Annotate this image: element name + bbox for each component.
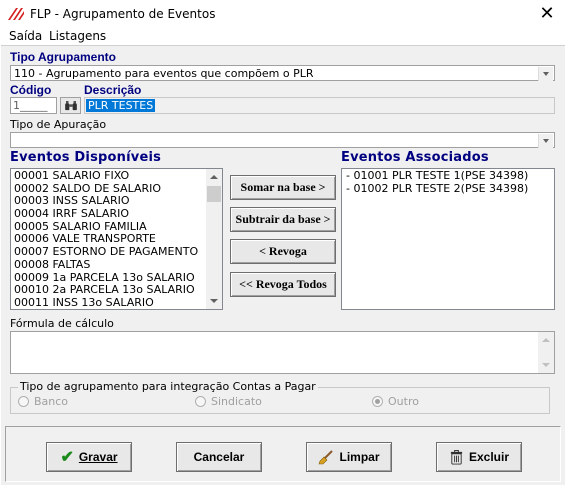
- radio-sindicato[interactable]: Sindicato: [195, 395, 262, 408]
- limpar-button[interactable]: Limpar: [306, 442, 392, 472]
- cancelar-button[interactable]: Cancelar: [176, 442, 262, 472]
- revoga-todos-button[interactable]: << Revoga Todos: [230, 272, 336, 297]
- scroll-down-icon[interactable]: [538, 357, 554, 373]
- eventos-disponiveis-list[interactable]: 00001 SALARIO FIXO 00002 SALDO DE SALARIO…: [10, 168, 223, 310]
- excluir-button[interactable]: Excluir: [436, 442, 522, 472]
- formula-textarea[interactable]: [10, 331, 555, 374]
- eventos-disponiveis-label: Eventos Disponíveis: [10, 150, 162, 165]
- list-item[interactable]: 00004 IRRF SALARIO: [11, 207, 206, 221]
- somar-na-base-button[interactable]: Somar na base >: [230, 175, 336, 200]
- tipo-apuracao-label: Tipo de Apuração: [10, 118, 107, 131]
- formula-scrollbar[interactable]: [538, 332, 554, 373]
- form-body: Tipo Agrupamento 110 - Agrupamento para …: [1, 45, 565, 485]
- descricao-label: Descrição: [84, 83, 142, 97]
- list-item[interactable]: - 01001 PLR TESTE 1(PSE 34398): [343, 169, 552, 183]
- radio-outro[interactable]: Outro: [372, 395, 419, 408]
- vertical-scrollbar[interactable]: [206, 169, 222, 309]
- descricao-value: PLR TESTES: [86, 99, 156, 112]
- codigo-label: Código: [10, 83, 52, 97]
- broom-icon: [319, 450, 334, 465]
- subtrair-da-base-button[interactable]: Subtrair da base >: [230, 207, 336, 232]
- tipo-apuracao-select[interactable]: [10, 132, 555, 148]
- codigo-field[interactable]: 1_____: [10, 97, 57, 114]
- menu-listagens[interactable]: Listagens: [49, 29, 106, 43]
- gravar-button[interactable]: ✔ Gravar: [46, 442, 132, 472]
- scroll-thumb[interactable]: [207, 186, 221, 202]
- menu-bar: Saída Listagens: [0, 28, 567, 46]
- chevron-down-icon[interactable]: [538, 134, 553, 148]
- integracao-group-title: Tipo de agrupamento para integração Cont…: [18, 380, 318, 393]
- tipo-agrupamento-select[interactable]: 110 - Agrupamento para eventos que compõ…: [10, 65, 555, 81]
- chevron-down-icon[interactable]: [538, 67, 553, 81]
- tipo-agrupamento-label: Tipo Agrupamento: [10, 50, 116, 64]
- scroll-up-icon[interactable]: [206, 169, 222, 185]
- trash-icon: [450, 449, 463, 465]
- radio-checked-icon: [372, 396, 383, 407]
- search-button[interactable]: [60, 97, 81, 114]
- formula-label: Fórmula de cálculo: [10, 317, 114, 330]
- list-item[interactable]: 00008 FALTAS: [11, 258, 206, 272]
- menu-saida[interactable]: Saída: [9, 29, 42, 43]
- list-item[interactable]: - 01002 PLR TESTE 2(PSE 34398): [343, 182, 552, 196]
- eventos-associados-label: Eventos Associados: [341, 150, 489, 165]
- radio-icon: [195, 396, 206, 407]
- flp-logo-icon: [8, 8, 24, 20]
- binoculars-icon: [65, 101, 77, 111]
- window-title: FLP - Agrupamento de Eventos: [30, 7, 216, 21]
- list-item[interactable]: 00011 INSS 13o SALARIO: [11, 296, 206, 309]
- radio-icon: [18, 396, 29, 407]
- checkmark-icon: ✔: [60, 449, 74, 466]
- close-icon[interactable]: ✕: [536, 3, 558, 25]
- scroll-down-icon[interactable]: [206, 293, 222, 309]
- radio-banco[interactable]: Banco: [18, 395, 68, 408]
- revoga-button[interactable]: < Revoga: [230, 239, 336, 264]
- list-item[interactable]: 00007 ESTORNO DE PAGAMENTO: [11, 245, 206, 259]
- scroll-up-icon[interactable]: [538, 332, 554, 348]
- title-bar: FLP - Agrupamento de Eventos ✕: [0, 0, 567, 28]
- eventos-associados-list[interactable]: - 01001 PLR TESTE 1(PSE 34398) - 01002 PL…: [341, 168, 555, 310]
- descricao-field[interactable]: PLR TESTES: [84, 97, 555, 114]
- list-item[interactable]: 00001 SALARIO FIXO: [11, 169, 206, 183]
- list-item[interactable]: 00010 2a PARCELA 13o SALARIO: [11, 283, 206, 297]
